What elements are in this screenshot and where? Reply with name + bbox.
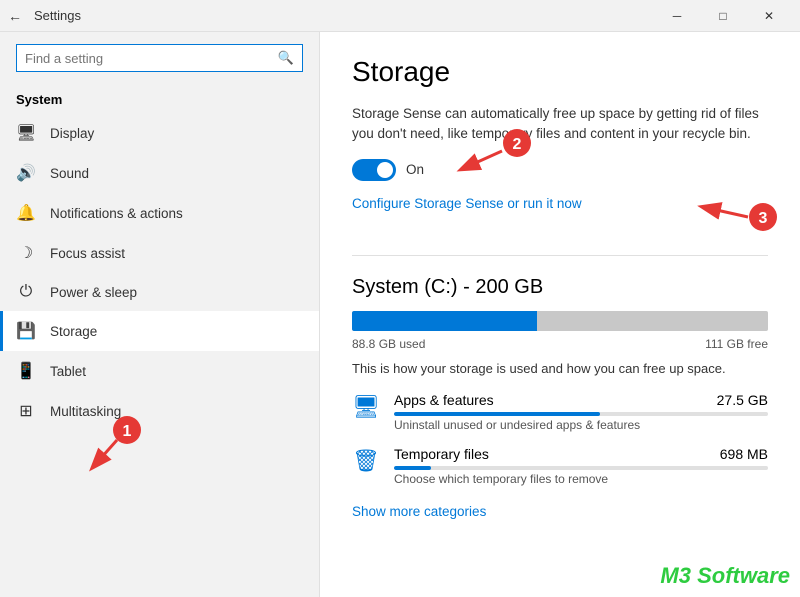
sidebar-item-label: Sound	[50, 166, 89, 181]
apps-sub: Uninstall unused or undesired apps & fea…	[394, 418, 768, 432]
storage-bar-labels: 88.8 GB used 111 GB free	[352, 337, 768, 351]
focus-icon: ☽	[16, 243, 36, 263]
temp-files-item[interactable]: 🗑 Temporary files 698 MB Choose which te…	[352, 446, 768, 486]
window-controls: ─ □ ✕	[654, 0, 792, 32]
temp-bar	[394, 466, 768, 470]
titlebar: ← Settings ─ □ ✕	[0, 0, 800, 32]
back-button[interactable]: ←	[8, 8, 22, 24]
temp-body: Temporary files 698 MB Choose which temp…	[394, 446, 768, 486]
configure-storage-link[interactable]: Configure Storage Sense or run it now	[352, 196, 582, 211]
sidebar-item-label: Multitasking	[50, 404, 121, 419]
used-label: 88.8 GB used	[352, 337, 425, 351]
sidebar-item-focus[interactable]: ☽ Focus assist	[0, 233, 319, 273]
sidebar-item-label: Storage	[50, 324, 97, 339]
apps-row: Apps & features 27.5 GB	[394, 392, 768, 408]
search-icon: 🔍	[278, 50, 294, 66]
free-label: 111 GB free	[705, 337, 768, 351]
annotation-3: 3	[648, 175, 788, 235]
sidebar-item-label: Tablet	[50, 364, 86, 379]
page-title: Storage	[352, 56, 768, 88]
storage-sense-toggle[interactable]	[352, 159, 396, 181]
svg-text:3: 3	[759, 210, 768, 227]
sidebar-item-notifications[interactable]: 🔔 Notifications & actions	[0, 193, 319, 233]
sidebar-item-multitasking[interactable]: ⊞ Multitasking	[0, 391, 319, 431]
storage-icon: 💾	[16, 321, 36, 341]
sidebar-item-label: Focus assist	[50, 246, 125, 261]
configure-link-wrapper: Configure Storage Sense or run it now 3	[352, 195, 768, 235]
minimize-button[interactable]: ─	[654, 0, 700, 32]
storage-sense-description: Storage Sense can automatically free up …	[352, 104, 768, 145]
sidebar-item-tablet[interactable]: 📱 Tablet	[0, 351, 319, 391]
temp-bar-fill	[394, 466, 431, 470]
show-more-link[interactable]: Show more categories	[352, 504, 486, 519]
content-area: Storage Storage Sense can automatically …	[320, 32, 800, 597]
close-button[interactable]: ✕	[746, 0, 792, 32]
apps-size: 27.5 GB	[717, 392, 768, 408]
storage-bar	[352, 311, 768, 331]
apps-features-item[interactable]: 🖥 Apps & features 27.5 GB Uninstall unus…	[352, 392, 768, 432]
sidebar-item-sound[interactable]: 🔊 Sound	[0, 153, 319, 193]
temp-size: 698 MB	[720, 446, 768, 462]
temp-icon: 🗑	[352, 448, 380, 474]
apps-icon: 🖥	[352, 394, 380, 420]
display-icon: 🖥	[16, 123, 36, 143]
sidebar-section-title: System	[0, 84, 319, 113]
sidebar-item-display[interactable]: 🖥 Display	[0, 113, 319, 153]
temp-label: Temporary files	[394, 446, 489, 462]
sidebar-item-storage[interactable]: 💾 Storage	[0, 311, 319, 351]
apps-label: Apps & features	[394, 392, 494, 408]
watermark: M3 Software	[660, 563, 790, 589]
maximize-button[interactable]: □	[700, 0, 746, 32]
multitasking-icon: ⊞	[16, 401, 36, 421]
sidebar-item-power[interactable]: ⏻ Power & sleep	[0, 273, 319, 311]
notifications-icon: 🔔	[16, 203, 36, 223]
sidebar-item-label: Notifications & actions	[50, 206, 183, 221]
apps-bar-fill	[394, 412, 600, 416]
storage-sense-toggle-row: On 2	[352, 159, 768, 181]
storage-bar-used	[352, 311, 537, 331]
sidebar-item-label: Display	[50, 126, 94, 141]
main-layout: 🔍 System 🖥 Display 🔊 Sound 🔔 Notificatio…	[0, 32, 800, 597]
sound-icon: 🔊	[16, 163, 36, 183]
sidebar-item-label: Power & sleep	[50, 285, 137, 300]
storage-usage-desc: This is how your storage is used and how…	[352, 361, 768, 376]
tablet-icon: 📱	[16, 361, 36, 381]
apps-bar	[394, 412, 768, 416]
system-drive-title: System (C:) - 200 GB	[352, 276, 768, 299]
search-box[interactable]: 🔍	[16, 44, 303, 72]
apps-body: Apps & features 27.5 GB Uninstall unused…	[394, 392, 768, 432]
toggle-label: On	[406, 162, 424, 177]
sidebar: 🔍 System 🖥 Display 🔊 Sound 🔔 Notificatio…	[0, 32, 320, 597]
temp-sub: Choose which temporary files to remove	[394, 472, 768, 486]
power-icon: ⏻	[16, 283, 36, 301]
app-title: Settings	[34, 8, 654, 23]
search-input[interactable]	[25, 51, 278, 66]
toggle-knob	[377, 162, 393, 178]
temp-row: Temporary files 698 MB	[394, 446, 768, 462]
section-divider	[352, 255, 768, 256]
